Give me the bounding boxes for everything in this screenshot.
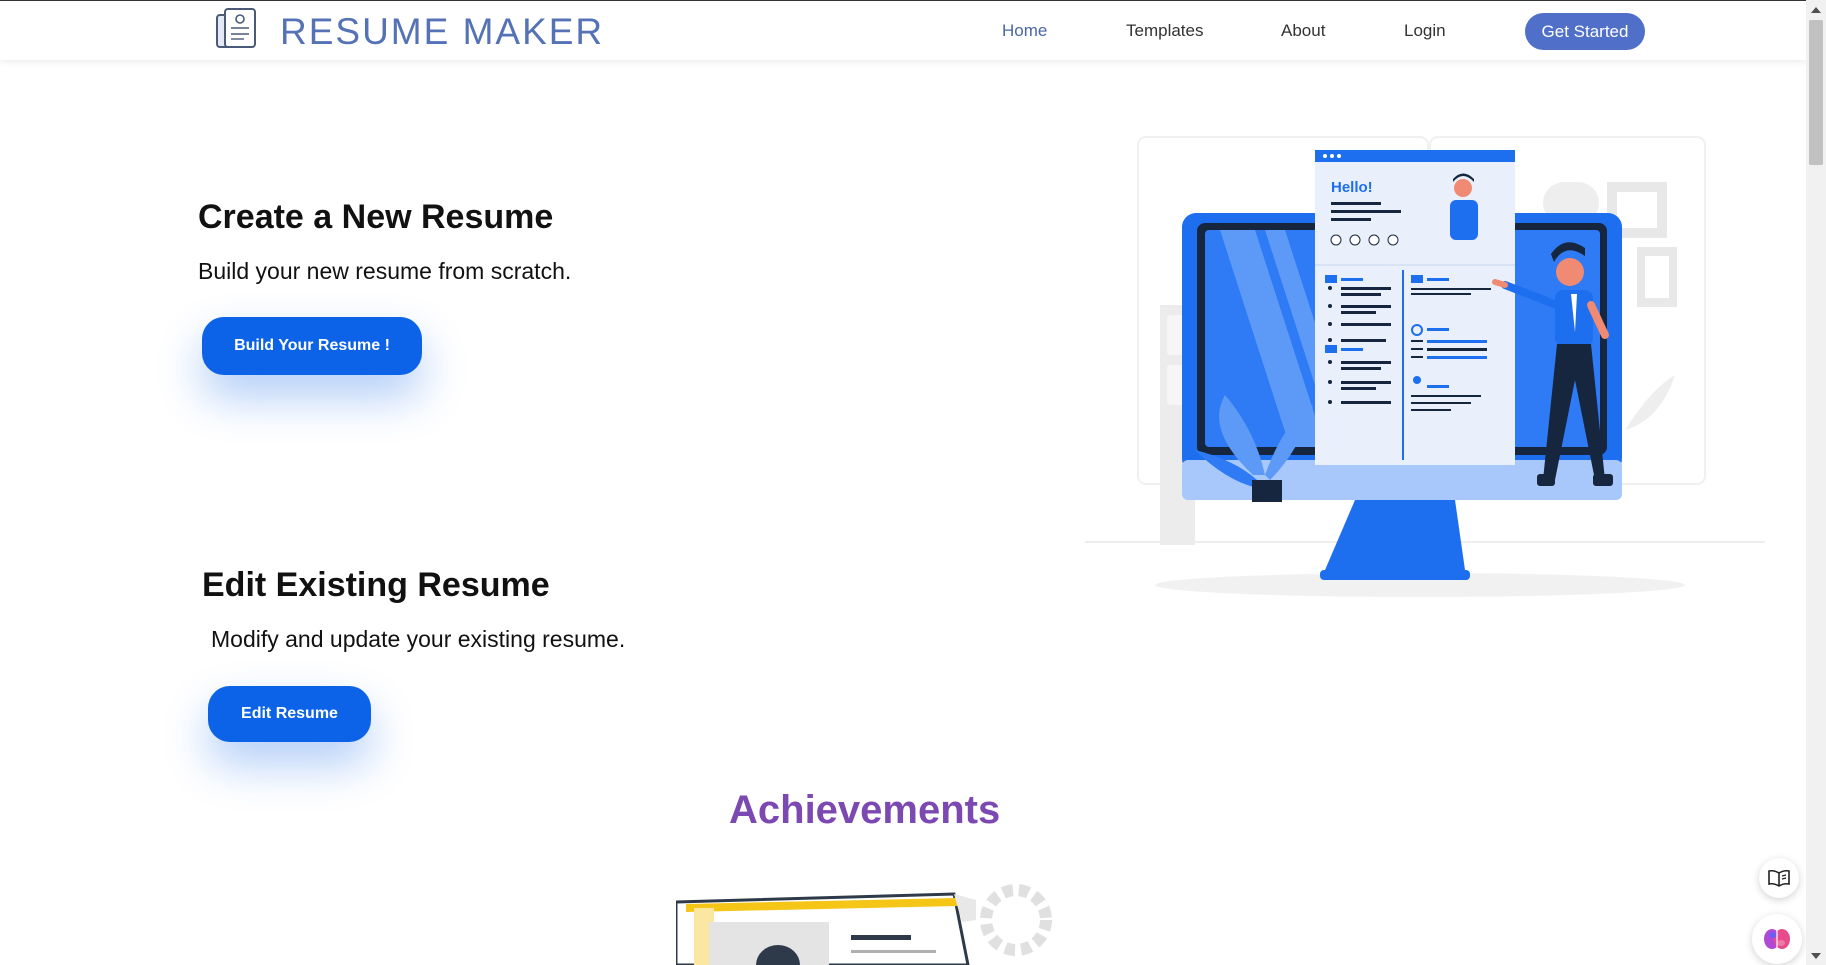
scrollbar-thumb[interactable] bbox=[1809, 20, 1823, 165]
nav-link-home[interactable]: Home bbox=[1002, 21, 1047, 41]
nav-link-about[interactable]: About bbox=[1281, 21, 1325, 41]
nav-link-templates[interactable]: Templates bbox=[1126, 21, 1203, 41]
get-started-button[interactable]: Get Started bbox=[1525, 13, 1645, 50]
achievements-illustration bbox=[676, 880, 1066, 965]
scroll-up-arrow[interactable] bbox=[1811, 7, 1821, 13]
scroll-down-arrow[interactable] bbox=[1811, 953, 1821, 959]
nav-link-login[interactable]: Login bbox=[1404, 21, 1446, 41]
create-resume-title: Create a New Resume bbox=[198, 198, 554, 236]
document-icon[interactable] bbox=[214, 6, 260, 52]
page-scrollbar[interactable] bbox=[1806, 0, 1826, 965]
create-resume-description: Build your new resume from scratch. bbox=[198, 258, 572, 284]
illustration-greeting: Hello! bbox=[1331, 179, 1373, 196]
edit-resume-title: Edit Existing Resume bbox=[202, 566, 550, 604]
achievements-title: Achievements bbox=[729, 788, 1001, 832]
book-icon[interactable] bbox=[1759, 858, 1799, 898]
brand-name[interactable]: RESUME MAKER bbox=[280, 11, 604, 53]
page: RESUME MAKER Home Templates About Login … bbox=[0, 0, 1826, 965]
navbar: RESUME MAKER Home Templates About Login … bbox=[0, 0, 1806, 60]
edit-resume-description: Modify and update your existing resume. bbox=[211, 626, 626, 652]
edit-resume-button[interactable]: Edit Resume bbox=[208, 686, 371, 742]
brain-icon[interactable] bbox=[1752, 914, 1802, 964]
hero-illustration: Hello! bbox=[1085, 130, 1765, 610]
build-resume-button[interactable]: Build Your Resume ! bbox=[202, 317, 422, 375]
